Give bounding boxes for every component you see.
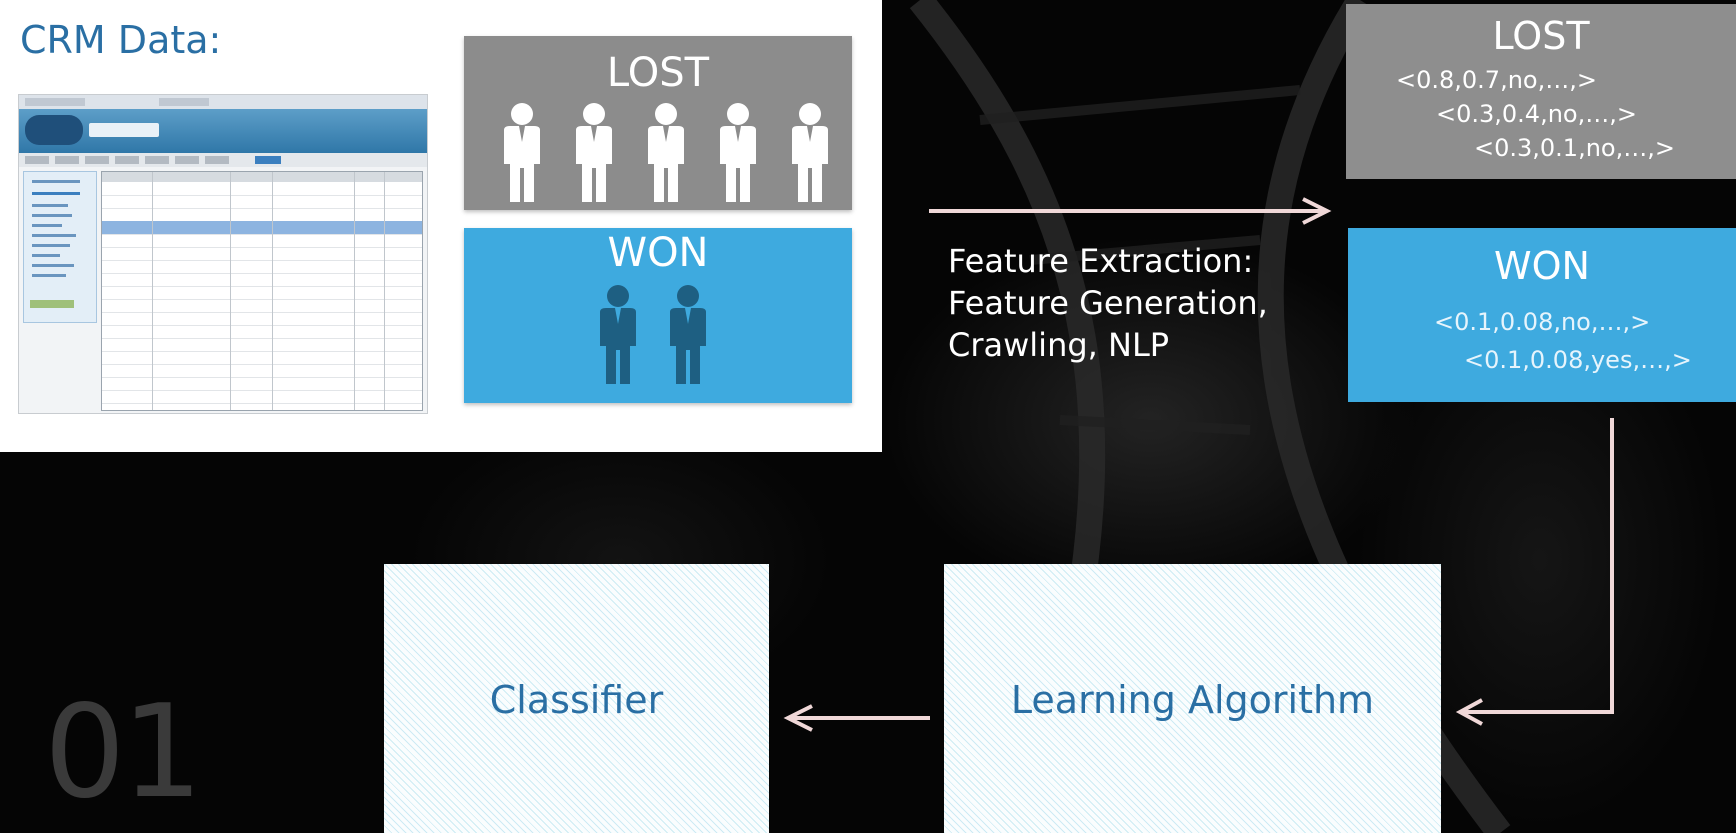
won-person-icon (596, 284, 640, 388)
won-feature-vectors: WON <0.1,0.08,no,…,> <0.1,0.08,yes,…,> (1348, 228, 1736, 402)
lost-person-icon (788, 102, 832, 206)
lost-person-icon (500, 102, 544, 206)
feature-line-3: Crawling, NLP (948, 326, 1170, 364)
lost-features-label: LOST (1492, 14, 1590, 58)
feature-extraction-text: Feature Extraction: Feature Generation, … (948, 240, 1308, 366)
lost-person-icon (716, 102, 760, 206)
lost-vector-2: <0.3,0.4,no,…,> (1436, 100, 1637, 128)
arrow-to-features (929, 197, 1332, 225)
won-person-icon (666, 284, 710, 388)
arrow-to-classifier (783, 704, 930, 732)
won-vector-1: <0.1,0.08,no,…,> (1434, 308, 1651, 336)
feature-line-1: Feature Extraction: (948, 242, 1254, 280)
crm-lost-label: LOST (606, 50, 710, 96)
won-vector-2: <0.1,0.08,yes,…,> (1464, 346, 1692, 374)
lost-person-icon (572, 102, 616, 206)
lost-vector-1: <0.8,0.7,no,…,> (1396, 66, 1597, 94)
lost-vector-3: <0.3,0.1,no,…,> (1474, 134, 1675, 162)
learning-algorithm-label: Learning Algorithm (1010, 678, 1375, 722)
learning-algorithm-box: Learning Algorithm (944, 564, 1441, 833)
crm-title: CRM Data: (20, 18, 222, 62)
slide-number: 01 (44, 678, 203, 827)
crm-won-label: WON (607, 230, 709, 276)
lost-person-icon (644, 102, 688, 206)
arrow-to-learning-algorithm (1455, 418, 1614, 726)
feature-line-2: Feature Generation, (948, 284, 1268, 322)
crm-lost-group: LOST (464, 36, 852, 210)
crm-won-group: WON (464, 228, 852, 403)
classifier-box: Classifier (384, 564, 769, 833)
won-features-label: WON (1494, 244, 1590, 288)
classifier-label: Classifier (489, 678, 664, 722)
crm-screenshot-image (18, 94, 428, 414)
lost-feature-vectors: LOST <0.8,0.7,no,…,> <0.3,0.4,no,…,> <0.… (1346, 4, 1736, 179)
crm-data-panel: CRM Data: LOST WON (0, 0, 882, 452)
